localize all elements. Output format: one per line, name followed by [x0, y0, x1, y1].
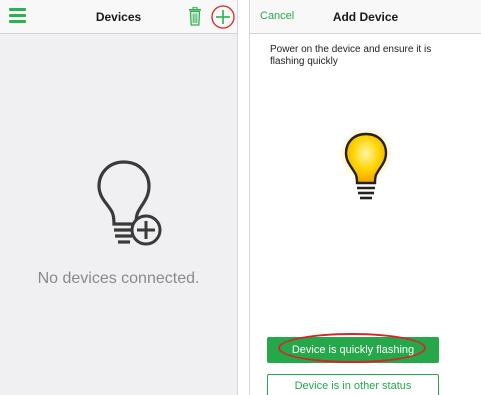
devices-navbar: Devices — [0, 0, 237, 34]
add-device-screen: Cancel Add Device Power on the device an… — [249, 0, 481, 395]
add-device-plus-icon[interactable] — [211, 5, 235, 29]
lightbulb-plus-icon — [97, 160, 162, 246]
add-device-navbar: Cancel Add Device — [250, 0, 481, 34]
page-title: Add Device — [332, 10, 399, 24]
lit-lightbulb-icon — [341, 130, 391, 200]
empty-state-message: No devices connected. — [37, 270, 200, 287]
device-quickly-flashing-button[interactable]: Device is quickly flashing — [267, 337, 439, 363]
device-other-status-button[interactable]: Device is in other status — [267, 374, 439, 395]
instruction-text: Power on the device and ensure it is fla… — [270, 44, 432, 67]
trash-icon[interactable] — [188, 7, 202, 26]
devices-screen: Devices No devices connected. — [0, 0, 238, 395]
